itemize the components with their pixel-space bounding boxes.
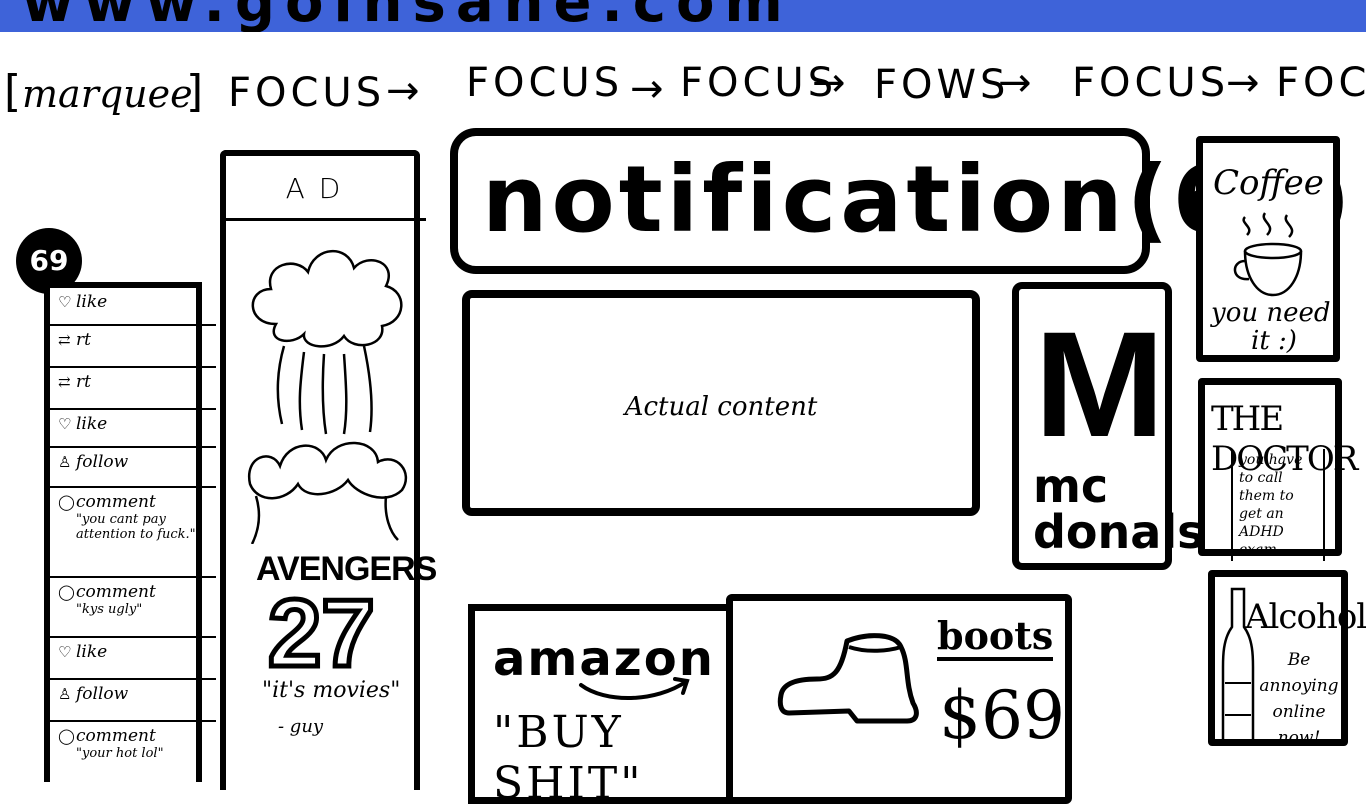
marquee-bracket-open: [ xyxy=(4,66,22,117)
activity-label: rt xyxy=(76,330,91,350)
ad-subtext: you need it :) xyxy=(1211,299,1331,355)
list-item[interactable]: ⇄ rt xyxy=(50,326,216,368)
comment-text: "your hot lol" xyxy=(76,746,164,761)
activity-label: comment xyxy=(76,726,156,746)
activity-label: follow xyxy=(76,452,129,472)
marquee-word: FOCUS xyxy=(228,70,386,116)
ad-line: you need xyxy=(1211,298,1331,328)
marquee: [ marquee ] FOCUS → FOCUS → FOCUS → FOWS… xyxy=(0,58,1366,138)
content-text: Actual content xyxy=(624,392,818,422)
ad-brand-name: mc donals xyxy=(1033,463,1204,555)
ad-attribution: - guy xyxy=(278,716,324,737)
ad-alcohol[interactable]: Alcohol Be annoying online now! xyxy=(1208,570,1366,748)
notification-banner[interactable]: notification(69) xyxy=(450,128,1351,274)
url-bar[interactable]: www.goinsane.com xyxy=(0,0,1366,32)
person-icon: ♙ xyxy=(58,685,72,703)
marquee-word: FOCUS xyxy=(466,60,624,106)
ad-label: AD xyxy=(285,172,355,205)
ad-brand-line: donals xyxy=(1033,505,1205,559)
activity-feed: ♡ like ⇄ rt ⇄ rt ♡ like ♙ follow ◯comment "yo… xyxy=(44,282,216,782)
ad-brand-line: mc xyxy=(1033,459,1109,513)
ad-title: Alcohol xyxy=(1245,597,1366,637)
activity-label: comment xyxy=(76,492,156,512)
smile-arrow-icon xyxy=(579,677,690,701)
main-content: Actual content xyxy=(462,290,980,516)
list-item[interactable]: ♙ follow xyxy=(50,448,216,488)
ad-coffee[interactable]: Coffee you need it :) xyxy=(1196,136,1340,362)
list-item[interactable]: ⇄ rt xyxy=(50,368,216,410)
speech-bubble-icon: ◯ xyxy=(58,493,75,511)
person-icon: ♙ xyxy=(58,453,72,471)
activity-label: like xyxy=(76,292,108,312)
activity-label: follow xyxy=(76,684,129,704)
list-item[interactable]: ♙ follow xyxy=(50,680,216,722)
mcdonalds-logo: M xyxy=(1033,300,1166,468)
list-item[interactable]: ♡ like xyxy=(50,410,216,448)
list-item[interactable]: ◯comment "your hot lol" xyxy=(50,722,216,782)
ad-quote: "it's movies" xyxy=(262,678,401,703)
arrow-icon: → xyxy=(630,66,664,112)
ad-line: it :) xyxy=(1251,326,1297,356)
marquee-word: FOCU xyxy=(1276,60,1366,106)
arrow-icon: → xyxy=(386,68,420,114)
arrow-icon: → xyxy=(998,60,1032,106)
ad-subtext: you have to call them to get an ADHD exa… xyxy=(1231,449,1325,561)
ad-product-name: boots xyxy=(937,615,1054,661)
arrow-icon: → xyxy=(1226,60,1260,106)
marquee-bracket-close: ] xyxy=(186,66,204,117)
ad-amazon[interactable]: amazon "BUY SHIT" xyxy=(468,604,742,809)
ad-slogan: "BUY SHIT" xyxy=(493,707,644,809)
activity-label: like xyxy=(76,642,108,662)
list-item[interactable]: ♡ like xyxy=(50,638,216,680)
marquee-word: FOCUS xyxy=(1072,60,1230,106)
retweet-icon: ⇄ xyxy=(58,331,71,349)
ad-boots[interactable]: boots $69 xyxy=(726,594,1072,804)
ad-price: $69 xyxy=(939,677,1065,754)
retweet-icon: ⇄ xyxy=(58,373,71,391)
heart-icon: ♡ xyxy=(58,293,72,311)
comment-text: "you cant pay attention to fuck." xyxy=(76,512,196,542)
speech-bubble-icon: ◯ xyxy=(58,583,75,601)
ad-banner-vertical[interactable]: AD AVENGERS 27 "it's movies" - guy xyxy=(220,150,437,790)
ad-mcdonalds[interactable]: M mc donals xyxy=(1012,282,1204,570)
heart-icon: ♡ xyxy=(58,643,72,661)
heart-icon: ♡ xyxy=(58,415,72,433)
list-item[interactable]: ◯comment "you cant pay attention to fuck… xyxy=(50,488,216,578)
divider xyxy=(226,218,426,221)
comment-text: "kys ugly" xyxy=(76,602,143,617)
boot-icon xyxy=(777,633,919,724)
activity-label: like xyxy=(76,414,108,434)
url-text[interactable]: www.goinsane.com xyxy=(22,0,793,32)
ad-title: Coffee xyxy=(1213,163,1324,203)
marquee-label: marquee xyxy=(22,72,193,116)
ad-subtext: Be annoying online now! xyxy=(1259,650,1339,748)
coffee-cup-icon xyxy=(1233,212,1303,297)
marquee-word: FOWS xyxy=(874,62,1010,108)
speech-bubble-icon: ◯ xyxy=(58,727,75,745)
activity-label: comment xyxy=(76,582,156,602)
ad-doctor[interactable]: THE DOCTOR you have to call them to get … xyxy=(1198,378,1358,561)
arrow-icon: → xyxy=(812,60,846,106)
explosion-illustration xyxy=(247,250,408,544)
list-item[interactable]: ◯comment "kys ugly" xyxy=(50,578,216,638)
activity-label: rt xyxy=(76,372,91,392)
ad-number: 27 xyxy=(266,580,378,687)
list-item[interactable]: ♡ like xyxy=(50,288,216,326)
